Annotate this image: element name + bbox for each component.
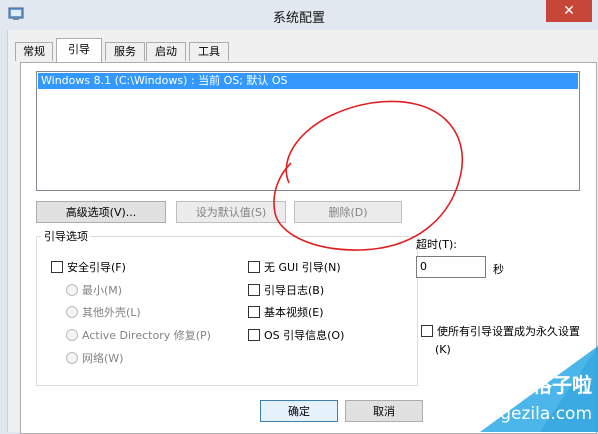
watermark-text-en: gezila.com xyxy=(500,404,592,424)
close-button[interactable]: ✕ xyxy=(546,0,592,22)
set-default-button[interactable]: 设为默认值(S) xyxy=(176,201,286,223)
boot-options-title: 引导选项 xyxy=(41,228,91,244)
delete-button[interactable]: 删除(D) xyxy=(294,201,402,223)
os-list-item[interactable]: Windows 8.1 (C:\Windows) : 当前 OS; 默认 OS xyxy=(38,73,578,89)
tab-general[interactable]: 常规 xyxy=(15,42,53,61)
tab-boot[interactable]: 引导 xyxy=(56,38,102,62)
watermark-text-cn: 格子啦 xyxy=(532,373,592,397)
minimal-radio[interactable]: 最小(M) xyxy=(66,284,122,298)
timeout-input[interactable]: 0 xyxy=(416,256,486,278)
timeout-unit: 秒 xyxy=(493,263,504,276)
os-boot-info-checkbox[interactable]: OS 引导信息(O) xyxy=(248,329,344,343)
alternate-shell-radio[interactable]: 其他外壳(L) xyxy=(66,306,141,320)
radio-circle[interactable] xyxy=(66,329,78,341)
safe-boot-checkbox[interactable]: 安全引导(F) xyxy=(51,261,126,275)
checkbox-box[interactable] xyxy=(421,325,433,337)
timeout-label: 超时(T): xyxy=(416,238,458,251)
boot-log-checkbox[interactable]: 引导日志(B) xyxy=(248,284,324,298)
cancel-button[interactable]: 取消 xyxy=(345,400,423,422)
ok-button[interactable]: 确定 xyxy=(260,400,338,422)
tab-services[interactable]: 服务 xyxy=(105,42,145,61)
make-permanent-label-line2: (K) xyxy=(435,343,451,356)
tab-tools[interactable]: 工具 xyxy=(189,42,229,61)
radio-circle[interactable] xyxy=(66,284,78,296)
no-gui-boot-checkbox[interactable]: 无 GUI 引导(N) xyxy=(248,261,341,275)
checkbox-box[interactable] xyxy=(51,261,63,273)
window-title: 系统配置 xyxy=(272,11,325,26)
os-list[interactable]: Windows 8.1 (C:\Windows) : 当前 OS; 默认 OS xyxy=(36,71,580,191)
advanced-options-button[interactable]: 高级选项(V)... xyxy=(36,201,166,223)
radio-circle[interactable] xyxy=(66,352,78,364)
make-permanent-checkbox[interactable]: 使所有引导设置成为永久设置 xyxy=(421,325,580,339)
checkbox-box[interactable] xyxy=(248,329,260,341)
checkbox-box[interactable] xyxy=(248,284,260,296)
ad-repair-radio[interactable]: Active Directory 修复(P) xyxy=(66,329,211,343)
base-video-checkbox[interactable]: 基本视频(E) xyxy=(248,306,324,320)
network-radio[interactable]: 网络(W) xyxy=(66,352,123,366)
checkbox-box[interactable] xyxy=(248,306,260,318)
tab-startup[interactable]: 启动 xyxy=(146,42,186,61)
radio-circle[interactable] xyxy=(66,306,78,318)
title-bar: 系统配置 ✕ xyxy=(0,0,598,30)
checkbox-box[interactable] xyxy=(248,261,260,273)
